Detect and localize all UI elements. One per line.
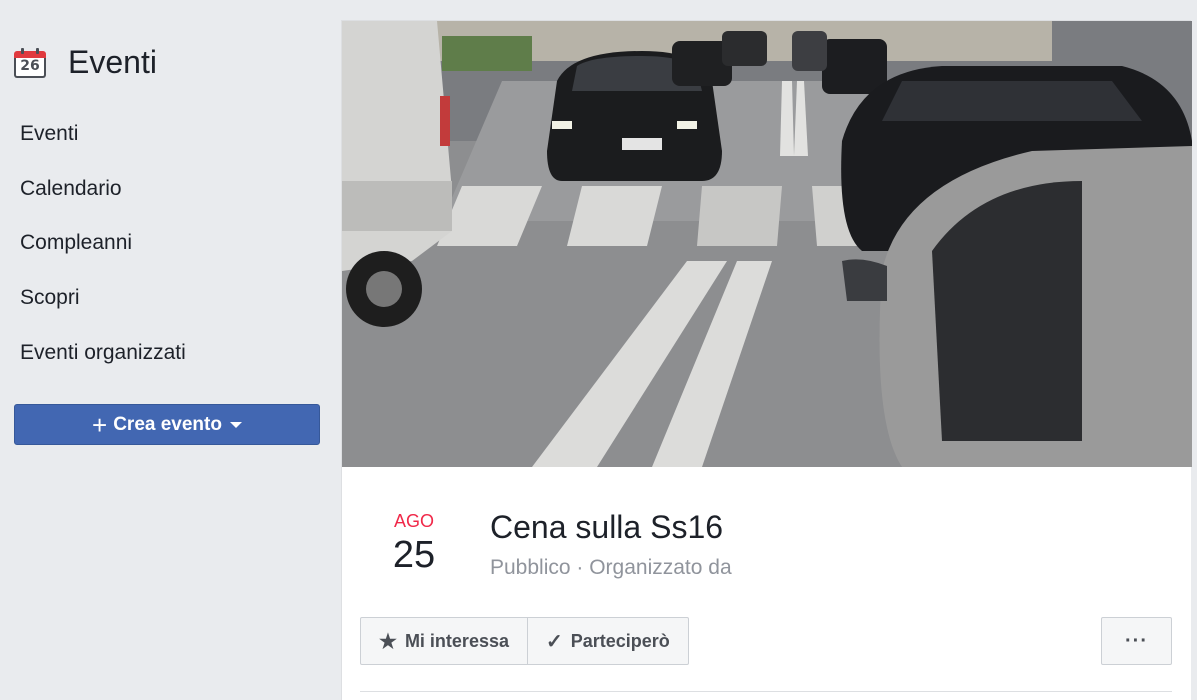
create-event-label: Crea evento — [113, 413, 222, 435]
event-title: Cena sulla Ss16 — [490, 509, 724, 545]
caret-down-icon — [229, 421, 242, 428]
create-event-button[interactable]: + Crea evento — [14, 404, 320, 445]
event-action-group: ★ Mi interessa ✓ Parteciperò — [360, 617, 689, 665]
sidebar-item-compleanni[interactable]: Compleanni — [20, 225, 186, 280]
page-title: Eventi — [68, 44, 157, 80]
event-privacy-organizer: Pubblico · Organizzato da — [490, 556, 732, 579]
going-label: Parteciperò — [570, 630, 670, 651]
calendar-icon: 26 — [14, 47, 46, 79]
divider — [360, 691, 1172, 692]
event-date-month: AGO — [393, 511, 434, 531]
plus-icon: + — [92, 409, 108, 440]
interested-button[interactable]: ★ Mi interessa — [361, 618, 527, 664]
event-card: AGO 25 Cena sulla Ss16 Pubblico · Organi… — [341, 20, 1192, 700]
sidebar-item-eventi-organizzati[interactable]: Eventi organizzati — [20, 335, 186, 390]
more-options-button[interactable]: ··· — [1101, 617, 1172, 665]
sidebar-nav: Eventi Calendario Compleanni Scopri Even… — [20, 116, 186, 389]
left-sidebar: 26 Eventi Eventi Calendario Compleanni S… — [0, 0, 340, 700]
going-button[interactable]: ✓ Parteciperò — [526, 618, 688, 664]
calendar-icon-day: 26 — [14, 57, 46, 78]
sidebar-item-eventi[interactable]: Eventi — [20, 116, 186, 171]
event-cover-photo — [342, 21, 1192, 467]
star-icon: ★ — [379, 630, 397, 653]
event-date-day: 25 — [392, 534, 436, 576]
sidebar-item-scopri[interactable]: Scopri — [20, 280, 186, 335]
checkmark-icon: ✓ — [545, 630, 563, 653]
sidebar-header: 26 Eventi — [14, 44, 157, 81]
interested-label: Mi interessa — [404, 630, 509, 651]
event-date: AGO 25 — [378, 511, 450, 577]
sidebar-item-calendario[interactable]: Calendario — [20, 171, 186, 226]
